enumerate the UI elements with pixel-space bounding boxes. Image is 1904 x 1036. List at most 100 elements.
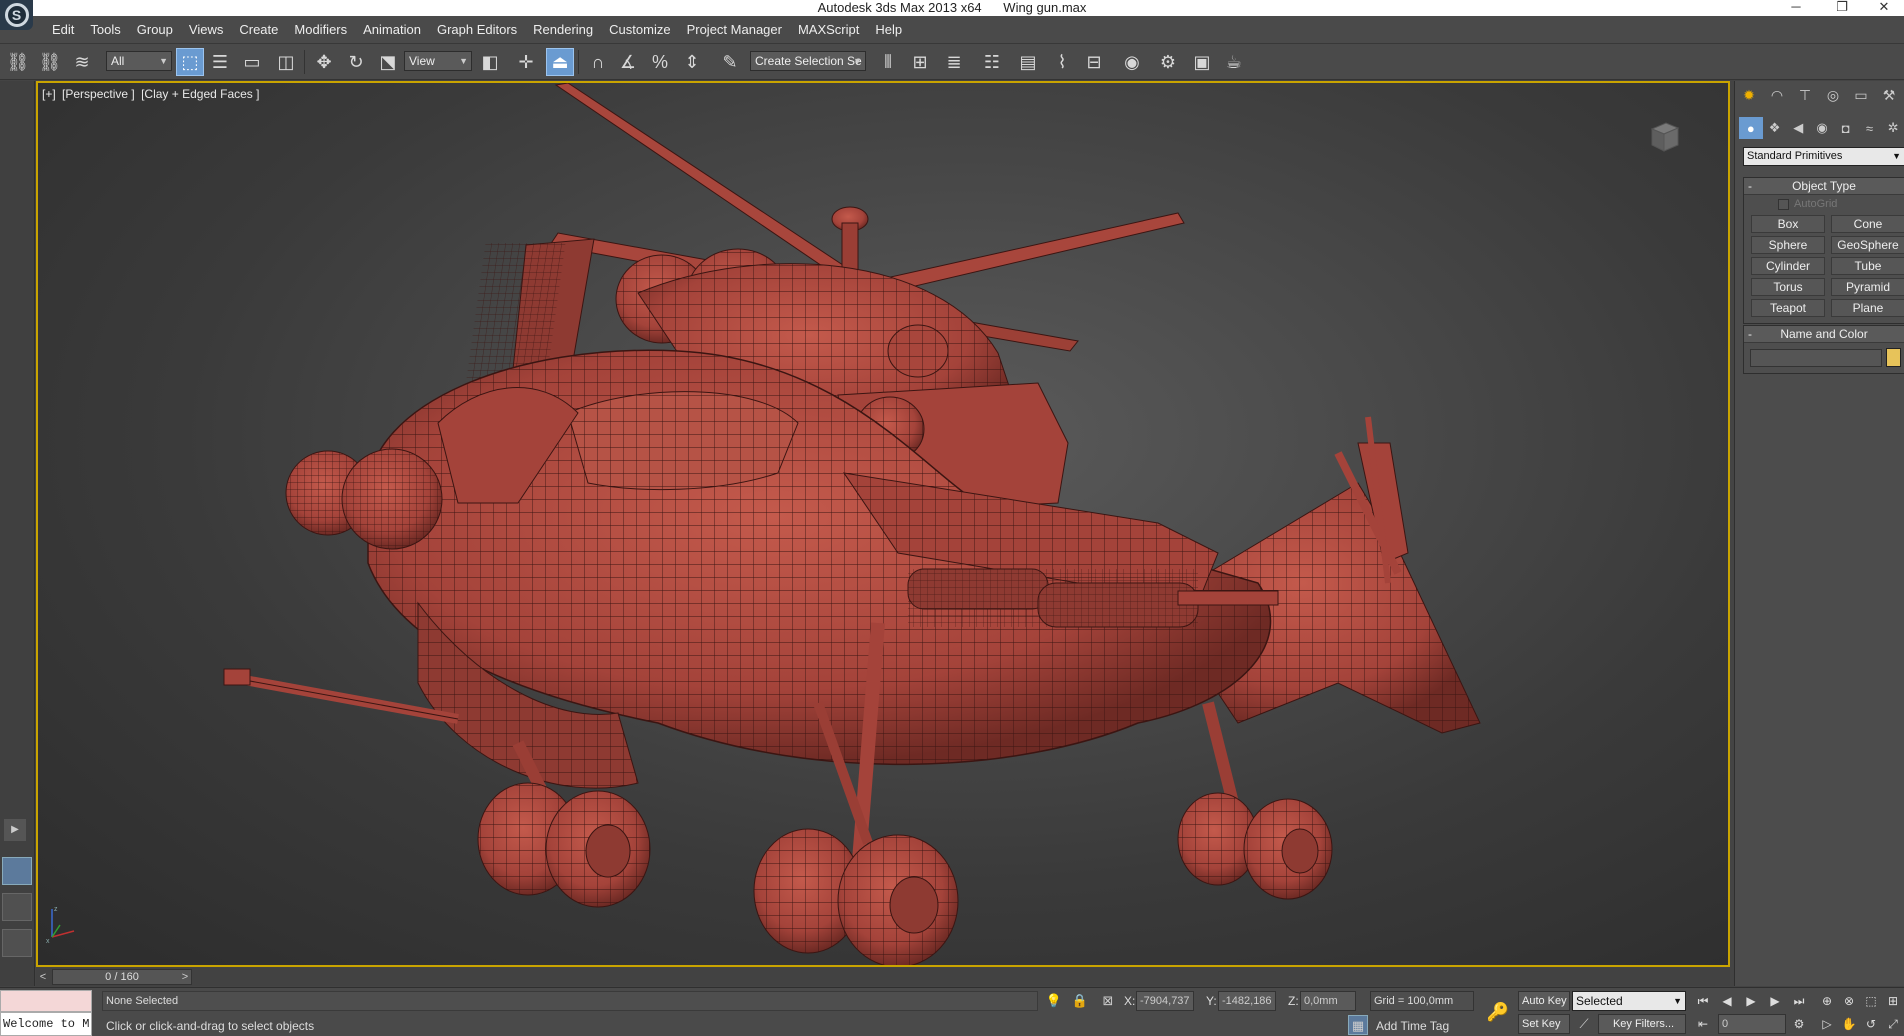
add-time-tag[interactable]: Add Time Tag [1376, 1019, 1449, 1033]
select-and-link-icon[interactable]: ⛓ [4, 48, 32, 76]
angle-snap-icon[interactable]: ∡ [614, 48, 642, 76]
menu-graph-editors[interactable]: Graph Editors [429, 16, 525, 44]
autogrid-option[interactable]: AutoGrid [1744, 195, 1904, 213]
field-of-view-icon[interactable]: ▷ [1816, 1014, 1838, 1034]
render-production-icon[interactable]: ☕ [1220, 48, 1248, 76]
select-and-manipulate-icon[interactable]: ✛ [512, 48, 540, 76]
maxscript-listener-output[interactable]: Welcome to M [0, 1012, 92, 1036]
isolate-selection-icon[interactable]: 💡 [1044, 991, 1064, 1011]
set-key-button[interactable]: Set Key [1518, 1014, 1570, 1034]
primitive-teapot-button[interactable]: Teapot [1751, 299, 1825, 317]
display-tab-icon[interactable]: ▭ [1847, 83, 1875, 107]
viewport-label[interactable]: [+] [Perspective ] [Clay + Edged Faces ] [42, 87, 262, 101]
render-setup-icon[interactable]: ⚙ [1154, 48, 1182, 76]
align-icon[interactable]: ⊞ [906, 48, 934, 76]
snaps-toggle-icon[interactable]: ∩ [584, 48, 612, 76]
helicopter-model[interactable] [38, 83, 1728, 965]
key-tangent-icon[interactable]: ⟋ [1574, 1014, 1594, 1034]
keyboard-shortcut-override-icon[interactable]: ⏏ [546, 48, 574, 76]
named-selection-sets-dropdown[interactable]: Create Selection Se ▼ [750, 51, 866, 71]
menu-rendering[interactable]: Rendering [525, 16, 601, 44]
primitive-geosphere-button[interactable]: GeoSphere [1831, 236, 1904, 254]
window-crossing-icon[interactable]: ◫ [272, 48, 300, 76]
percent-snap-icon[interactable]: % [646, 48, 674, 76]
minimize-button[interactable]: ─ [1776, 0, 1816, 16]
x-coordinate-field[interactable]: -7904,737 [1136, 991, 1194, 1011]
motion-tab-icon[interactable]: ◎ [1819, 83, 1847, 107]
application-button[interactable]: S [0, 0, 33, 30]
viewport-layout-tab[interactable] [2, 893, 32, 921]
reference-coordinate-dropdown[interactable]: View ▼ [404, 51, 472, 71]
close-button[interactable]: ✕ [1864, 0, 1904, 16]
y-coordinate-field[interactable]: -1482,186 [1218, 991, 1276, 1011]
primitive-torus-button[interactable]: Torus [1751, 278, 1825, 296]
primitive-category-dropdown[interactable]: Standard Primitives ▼ [1743, 147, 1904, 166]
maxscript-listener-input[interactable] [0, 990, 92, 1012]
auto-key-button[interactable]: Auto Key [1518, 991, 1570, 1011]
menu-project-manager[interactable]: Project Manager [679, 16, 790, 44]
zoom-extents-icon[interactable]: ⬚ [1860, 991, 1882, 1011]
curve-editor-icon[interactable]: ⌇ [1048, 48, 1076, 76]
time-configuration-icon[interactable]: ⚙ [1788, 1014, 1810, 1034]
shapes-icon[interactable]: ❖ [1763, 117, 1787, 139]
primitive-box-button[interactable]: Box [1751, 215, 1825, 233]
selection-filter-dropdown[interactable]: All ▼ [106, 51, 172, 71]
geometry-icon[interactable]: ● [1739, 117, 1763, 139]
menu-modifiers[interactable]: Modifiers [286, 16, 355, 44]
select-and-rotate-icon[interactable]: ↻ [342, 48, 370, 76]
go-to-start-icon[interactable]: ⏮ [1692, 991, 1714, 1011]
select-and-scale-icon[interactable]: ⬔ [374, 48, 402, 76]
menu-tools[interactable]: Tools [82, 16, 128, 44]
time-slider[interactable]: < 0 / 160 > [36, 968, 1730, 986]
viewport-layout-tab[interactable] [2, 929, 32, 957]
restore-button[interactable]: ❐ [1822, 0, 1862, 16]
time-slider-thumb[interactable]: 0 / 160 [52, 969, 192, 985]
menu-group[interactable]: Group [129, 16, 181, 44]
menu-views[interactable]: Views [181, 16, 231, 44]
pan-view-icon[interactable]: ✋ [1838, 1014, 1860, 1034]
primitive-cylinder-button[interactable]: Cylinder [1751, 257, 1825, 275]
spinner-snap-icon[interactable]: ⇕ [678, 48, 706, 76]
modify-tab-icon[interactable]: ◠ [1763, 83, 1791, 107]
edit-named-selection-sets-icon[interactable]: ✎ [716, 48, 744, 76]
menu-help[interactable]: Help [867, 16, 910, 44]
zoom-extents-all-icon[interactable]: ⊞ [1882, 991, 1904, 1011]
select-and-move-icon[interactable]: ✥ [310, 48, 338, 76]
schematic-view-icon[interactable]: ⊟ [1080, 48, 1108, 76]
absolute-transform-icon[interactable]: ⊠ [1098, 991, 1118, 1011]
time-tag-icon[interactable]: ▦ [1348, 1015, 1368, 1035]
bind-to-space-warp-icon[interactable]: ≋ [68, 48, 96, 76]
key-mode-toggle-icon[interactable]: ⇤ [1692, 1014, 1714, 1034]
viewport-point-of-view-menu[interactable]: [Perspective ] [62, 87, 135, 101]
object-color-swatch[interactable] [1886, 348, 1901, 367]
primitive-tube-button[interactable]: Tube [1831, 257, 1904, 275]
object-type-header[interactable]: - Object Type [1744, 178, 1904, 195]
maximize-viewport-icon[interactable]: ⤢ [1882, 1014, 1904, 1034]
viewport-general-menu[interactable]: [+] [42, 87, 56, 101]
next-frame-icon[interactable]: ▶ [1764, 991, 1786, 1011]
autogrid-checkbox[interactable] [1778, 199, 1789, 210]
scene-explorer-icon[interactable]: ≣ [940, 48, 968, 76]
perspective-viewport[interactable]: [+] [Perspective ] [Clay + Edged Faces ] [36, 81, 1730, 967]
name-and-color-header[interactable]: - Name and Color [1744, 326, 1904, 343]
expand-icon[interactable]: ▶ [4, 819, 26, 841]
rendered-frame-window-icon[interactable]: ▣ [1188, 48, 1216, 76]
rectangular-selection-region-icon[interactable]: ▭ [238, 48, 266, 76]
key-filters-button[interactable]: Key Filters... [1598, 1014, 1686, 1034]
viewcube-icon[interactable] [1644, 117, 1684, 157]
utilities-tab-icon[interactable]: ⚒ [1875, 83, 1903, 107]
go-to-end-icon[interactable]: ⏭ [1788, 991, 1810, 1011]
select-by-name-icon[interactable]: ☰ [206, 48, 234, 76]
select-object-icon[interactable]: ⬚ [176, 48, 204, 76]
object-name-field[interactable] [1750, 349, 1882, 367]
lights-icon[interactable]: ◀ [1786, 117, 1810, 139]
primitive-plane-button[interactable]: Plane [1831, 299, 1904, 317]
menu-maxscript[interactable]: MAXScript [790, 16, 867, 44]
menu-create[interactable]: Create [231, 16, 286, 44]
viewport-layout-tab[interactable] [2, 857, 32, 885]
create-tab-icon[interactable]: ✹ [1735, 83, 1763, 107]
graphite-ribbon-icon[interactable]: ▤ [1014, 48, 1042, 76]
primitive-sphere-button[interactable]: Sphere [1751, 236, 1825, 254]
z-coordinate-field[interactable]: 0,0mm [1300, 991, 1356, 1011]
orbit-icon[interactable]: ↺ [1860, 1014, 1882, 1034]
